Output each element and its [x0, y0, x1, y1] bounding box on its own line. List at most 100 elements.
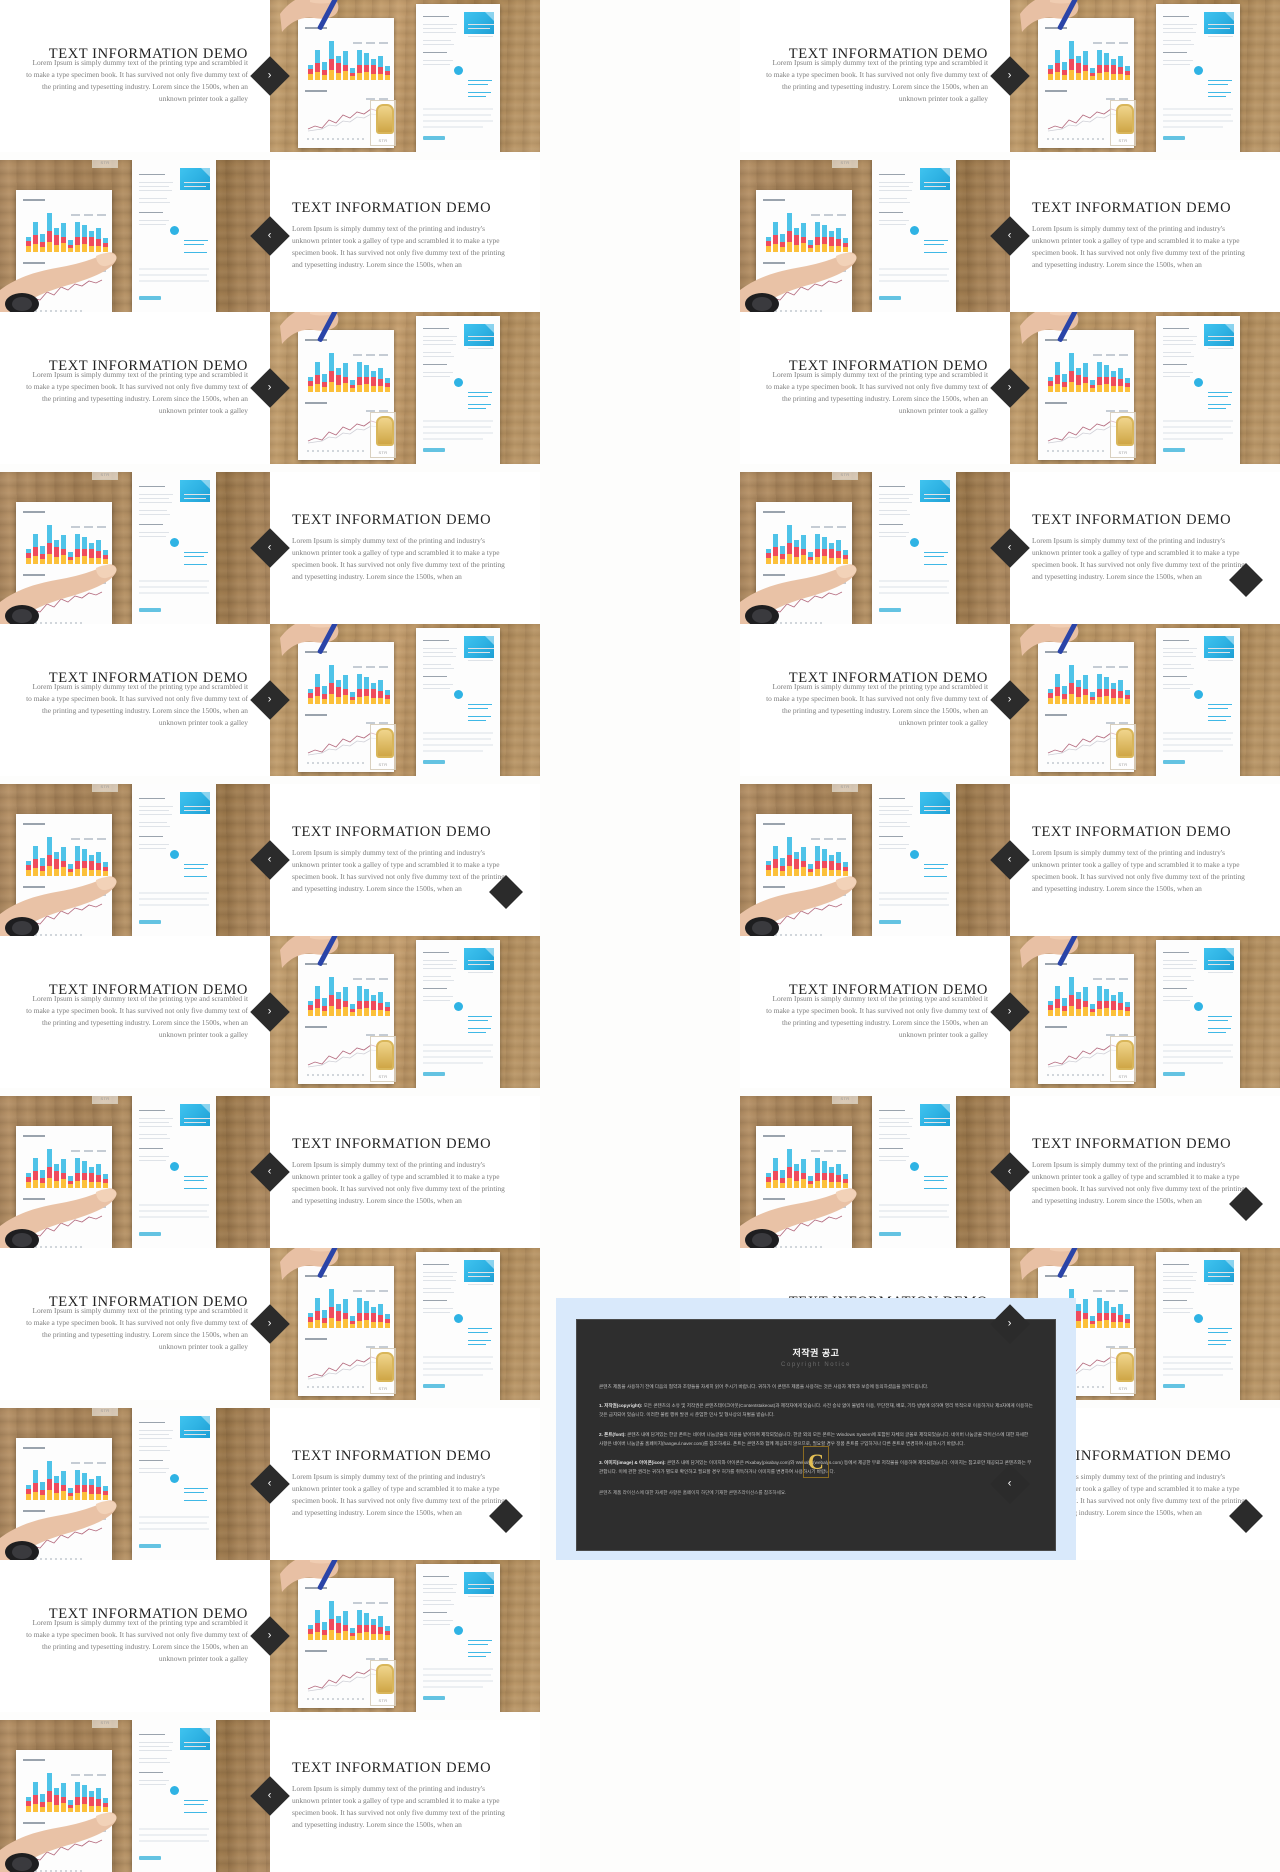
resume-avatar-badge — [454, 1002, 463, 1011]
binder-clip: STR — [1110, 1348, 1136, 1394]
resume-avatar-badge — [170, 538, 179, 547]
resume-header-badge — [464, 948, 494, 970]
slide-variant-b[interactable]: STR TEXT INFORMATION DEMO Lorem Ipsum is… — [0, 1408, 540, 1560]
resume-paper — [132, 1720, 216, 1872]
resume-signature — [879, 608, 901, 612]
resume-header-badge — [1204, 1260, 1234, 1282]
slide-text-left: TEXT INFORMATION DEMO Lorem Ipsum is sim… — [0, 1248, 270, 1400]
slide-variant-a[interactable]: TEXT INFORMATION DEMO Lorem Ipsum is sim… — [740, 0, 1280, 152]
slide-variant-a[interactable]: TEXT INFORMATION DEMO Lorem Ipsum is sim… — [0, 1248, 540, 1400]
slide-pair[interactable]: TEXT INFORMATION DEMO Lorem Ipsum is sim… — [0, 312, 540, 624]
resume-header-badge — [464, 1260, 494, 1282]
binder-clip: STR — [370, 1660, 396, 1706]
slide-photo: STR — [270, 624, 540, 776]
slide-photo: STR — [1010, 624, 1280, 776]
slide-photo: STR — [0, 1720, 270, 1872]
copyright-c-mark-icon: C — [803, 1446, 829, 1478]
slide-pair[interactable]: TEXT INFORMATION DEMO Lorem Ipsum is sim… — [0, 1248, 540, 1560]
slide-body: Lorem Ipsum is simply dummy text of the … — [1032, 847, 1245, 893]
slide-grid: TEXT INFORMATION DEMO Lorem Ipsum is sim… — [0, 0, 1280, 1872]
resume-avatar-badge — [454, 66, 463, 75]
binder-clip: STR — [370, 412, 396, 458]
slide-pair[interactable]: TEXT INFORMATION DEMO Lorem Ipsum is sim… — [740, 936, 1280, 1248]
slide-pair[interactable]: TEXT INFORMATION DEMO Lorem Ipsum is sim… — [740, 624, 1280, 936]
resume-paper — [1156, 940, 1240, 1088]
resume-header-badge — [1204, 948, 1234, 970]
slide-body: Lorem Ipsum is simply dummy text of the … — [26, 994, 248, 1040]
copyright-item-2-text: 콘텐츠 내에 담겨있는 한글 폰트는 네이버 나눔글꼴의 지원을 받아하여 제작… — [599, 1431, 1029, 1446]
hand-holding-pen — [280, 0, 400, 73]
hand-holding-pen — [1020, 312, 1140, 385]
resume-header-badge — [1204, 324, 1234, 346]
slide-pair[interactable]: TEXT INFORMATION DEMO Lorem Ipsum is sim… — [0, 1560, 540, 1872]
slide-pair[interactable]: TEXT INFORMATION DEMO Lorem Ipsum is sim… — [740, 0, 1280, 312]
slide-text-left: TEXT INFORMATION DEMO Lorem Ipsum is sim… — [740, 936, 1010, 1088]
slide-body: Lorem Ipsum is simply dummy text of the … — [766, 994, 988, 1040]
slide-text-right: TEXT INFORMATION DEMO Lorem Ipsum is sim… — [1010, 472, 1280, 624]
resume-signature — [1163, 448, 1185, 452]
resume-paper — [416, 1564, 500, 1712]
resume-avatar-badge — [1194, 1002, 1203, 1011]
binder-clip: STR — [832, 472, 858, 480]
slide-variant-b[interactable]: STR TEXT INFORMATION DEMO Lorem Ipsum is… — [0, 160, 540, 312]
resume-avatar-badge — [454, 1626, 463, 1635]
slide-text-right: TEXT INFORMATION DEMO Lorem Ipsum is sim… — [1010, 1096, 1280, 1248]
resume-paper — [132, 160, 216, 312]
hand-pointing — [740, 1174, 870, 1248]
resume-header-badge — [464, 324, 494, 346]
slide-variant-a[interactable]: TEXT INFORMATION DEMO Lorem Ipsum is sim… — [740, 624, 1280, 776]
resume-paper — [132, 472, 216, 624]
slide-variant-b[interactable]: STR TEXT INFORMATION DEMO Lorem Ipsum is… — [0, 472, 540, 624]
slide-title: TEXT INFORMATION DEMO — [1032, 1136, 1232, 1153]
slide-variant-b[interactable]: STR TEXT INFORMATION DEMO Lorem Ipsum is… — [0, 1096, 540, 1248]
slide-body: Lorem Ipsum is simply dummy text of the … — [766, 58, 988, 104]
slide-variant-a[interactable]: TEXT INFORMATION DEMO Lorem Ipsum is sim… — [0, 312, 540, 464]
slide-body: Lorem Ipsum is simply dummy text of the … — [26, 1618, 248, 1664]
slide-title: TEXT INFORMATION DEMO — [292, 200, 492, 217]
slide-body: Lorem Ipsum is simply dummy text of the … — [766, 682, 988, 728]
resume-avatar-badge — [170, 1786, 179, 1795]
slide-variant-a[interactable]: TEXT INFORMATION DEMO Lorem Ipsum is sim… — [0, 936, 540, 1088]
slide-variant-b[interactable]: STR TEXT INFORMATION DEMO Lorem Ipsum is… — [740, 472, 1280, 624]
slide-variant-a[interactable]: TEXT INFORMATION DEMO Lorem Ipsum is sim… — [0, 624, 540, 776]
slide-variant-b[interactable]: STR TEXT INFORMATION DEMO Lorem Ipsum is… — [740, 1096, 1280, 1248]
binder-clip: STR — [370, 724, 396, 770]
resume-signature — [423, 448, 445, 452]
binder-clip: STR — [1110, 724, 1136, 770]
slide-variant-a[interactable]: TEXT INFORMATION DEMO Lorem Ipsum is sim… — [740, 312, 1280, 464]
resume-paper — [1156, 628, 1240, 776]
slide-body: Lorem Ipsum is simply dummy text of the … — [1032, 223, 1245, 269]
copyright-item-2-label: 2. 폰트(font): — [599, 1431, 626, 1437]
resume-avatar-badge — [1194, 1314, 1203, 1323]
hand-holding-pen — [1020, 0, 1140, 73]
resume-signature — [139, 1232, 161, 1236]
slide-pair[interactable]: TEXT INFORMATION DEMO Lorem Ipsum is sim… — [0, 624, 540, 936]
slide-variant-b[interactable]: STR TEXT INFORMATION DEMO Lorem Ipsum is… — [740, 160, 1280, 312]
slide-pair[interactable]: TEXT INFORMATION DEMO Lorem Ipsum is sim… — [0, 0, 540, 312]
slide-photo: STR — [270, 0, 540, 152]
resume-paper — [416, 628, 500, 776]
hand-pointing — [0, 1798, 130, 1872]
slide-pair[interactable]: TEXT INFORMATION DEMO Lorem Ipsum is sim… — [740, 312, 1280, 624]
template-preview-page: TEXT INFORMATION DEMO Lorem Ipsum is sim… — [0, 0, 1280, 1872]
resume-avatar-badge — [910, 538, 919, 547]
slide-variant-a[interactable]: TEXT INFORMATION DEMO Lorem Ipsum is sim… — [740, 936, 1280, 1088]
slide-photo: STR — [270, 936, 540, 1088]
resume-paper — [416, 4, 500, 152]
slide-variant-a[interactable]: TEXT INFORMATION DEMO Lorem Ipsum is sim… — [0, 0, 540, 152]
resume-signature — [423, 1072, 445, 1076]
slide-pair[interactable]: TEXT INFORMATION DEMO Lorem Ipsum is sim… — [0, 936, 540, 1248]
resume-signature — [1163, 760, 1185, 764]
hand-pointing — [0, 550, 130, 624]
resume-avatar-badge — [1194, 690, 1203, 699]
slide-variant-a[interactable]: TEXT INFORMATION DEMO Lorem Ipsum is sim… — [0, 1560, 540, 1712]
slide-variant-b[interactable]: STR TEXT INFORMATION DEMO Lorem Ipsum is… — [0, 784, 540, 936]
slide-variant-b[interactable]: STR TEXT INFORMATION DEMO Lorem Ipsum is… — [0, 1720, 540, 1872]
slide-variant-b[interactable]: STR TEXT INFORMATION DEMO Lorem Ipsum is… — [740, 784, 1280, 936]
hand-holding-pen — [280, 624, 400, 697]
binder-clip: STR — [832, 1096, 858, 1104]
resume-header-badge — [464, 636, 494, 658]
binder-clip: STR — [92, 472, 118, 480]
slide-body: Lorem Ipsum is simply dummy text of the … — [1032, 535, 1245, 581]
resume-header-badge — [464, 12, 494, 34]
